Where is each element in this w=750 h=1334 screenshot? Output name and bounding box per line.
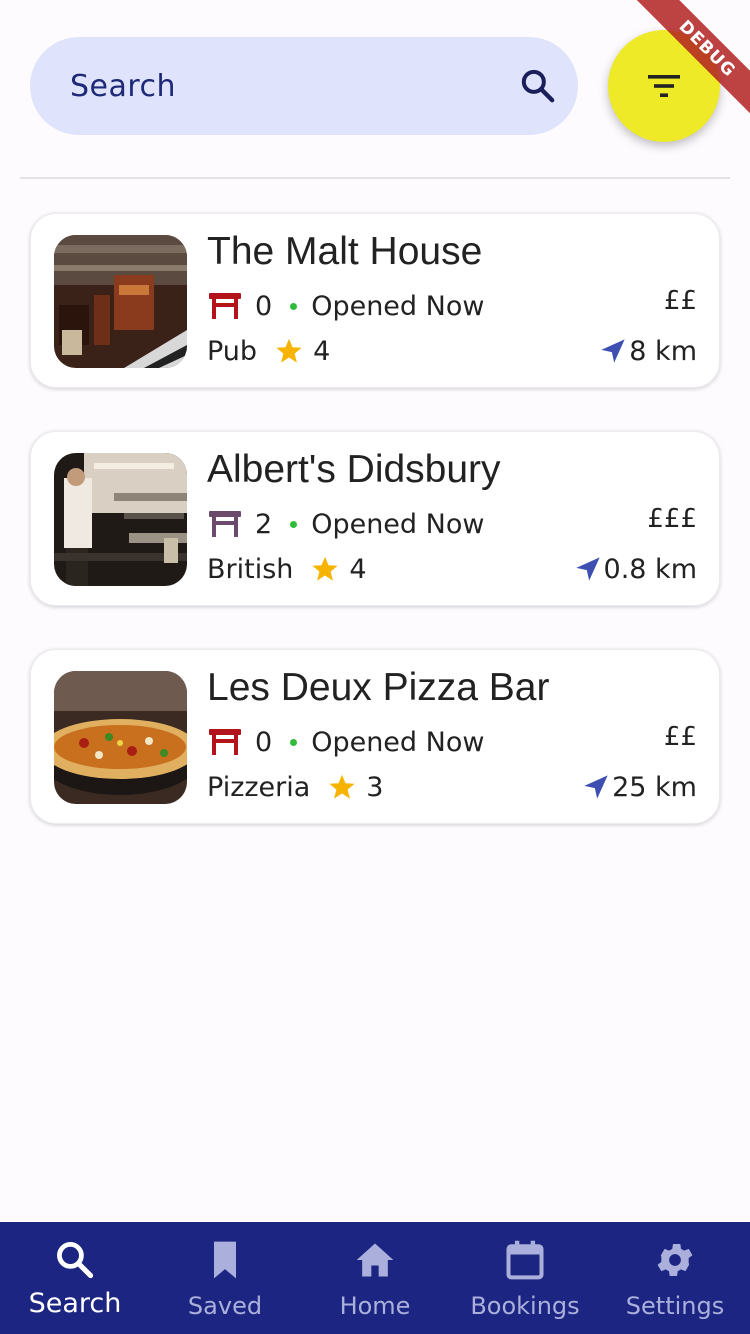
nav-label: Search [28, 1288, 122, 1319]
star-icon [312, 556, 339, 581]
nav-item-saved[interactable]: Saved [150, 1222, 300, 1334]
nav-item-settings[interactable]: Settings [600, 1222, 750, 1334]
star-icon [276, 338, 302, 363]
gear-icon [657, 1244, 693, 1276]
divider [20, 177, 730, 179]
seat-count: 0 [255, 290, 273, 322]
filter-icon [648, 75, 680, 97]
navigation-arrow-icon [575, 557, 600, 581]
distance: 8 km [599, 333, 697, 369]
availability-row: 0 Opened Now [207, 724, 484, 760]
nav-label: Settings [625, 1292, 725, 1320]
distance-value: 8 km [629, 335, 697, 367]
price-level: £££ [647, 504, 697, 534]
category: British [207, 553, 294, 585]
open-status-dot [290, 302, 298, 310]
distance: 0.8 km [574, 551, 697, 587]
distance-value: 0.8 km [603, 553, 697, 585]
restaurant-photo [54, 235, 187, 368]
restaurant-name: Les Deux Pizza Bar [207, 666, 550, 709]
home-icon [356, 1243, 394, 1277]
distance: 25 km [582, 769, 697, 805]
nav-label: Bookings [470, 1292, 580, 1320]
nav-label: Home [339, 1292, 411, 1320]
rating: 3 [366, 771, 384, 803]
category-row: Pub 4 [207, 333, 330, 369]
open-status: Opened Now [311, 290, 485, 322]
availability-row: 0 Opened Now [207, 288, 484, 324]
rating: 4 [313, 335, 331, 367]
seat-count: 2 [255, 508, 273, 540]
bookmark-icon [214, 1241, 236, 1279]
restaurant-name: Albert's Didsbury [207, 448, 501, 491]
search-icon [57, 1242, 94, 1279]
restaurant-photo [54, 671, 187, 804]
distance-value: 25 km [612, 771, 697, 803]
rating: 4 [349, 553, 367, 585]
nav-label: Saved [187, 1292, 263, 1320]
restaurant-photo [54, 453, 187, 586]
open-status: Opened Now [311, 508, 485, 540]
nav-item-home[interactable]: Home [300, 1222, 450, 1334]
search-bar[interactable]: Search [30, 37, 578, 135]
availability-row: 2 Opened Now [207, 506, 484, 542]
category: Pizzeria [207, 771, 311, 803]
navigation-arrow-icon [601, 339, 625, 363]
restaurant-name: The Malt House [207, 230, 483, 273]
nav-item-search[interactable]: Search [0, 1222, 150, 1334]
filter-button[interactable] [608, 30, 720, 142]
open-status-dot [290, 520, 298, 528]
category: Pub [207, 335, 258, 367]
search-icon[interactable] [518, 66, 558, 106]
table-icon [209, 729, 241, 755]
restaurant-card[interactable]: Albert's Didsbury 2 Opened Now £££ Briti… [30, 431, 720, 606]
table-icon [209, 511, 241, 537]
nav-item-bookings[interactable]: Bookings [450, 1222, 600, 1334]
price-level: ££ [663, 286, 697, 316]
open-status: Opened Now [311, 726, 485, 758]
open-status-dot [290, 738, 298, 746]
category-row: Pizzeria 3 [207, 769, 383, 805]
search-input[interactable]: Search [70, 69, 176, 104]
bottom-nav: Search Saved Home Bookings Settings [0, 1222, 750, 1334]
restaurant-card[interactable]: Les Deux Pizza Bar 0 Opened Now ££ Pizze… [30, 649, 720, 824]
star-icon [329, 774, 355, 799]
table-icon [209, 293, 241, 319]
calendar-icon [506, 1240, 544, 1280]
seat-count: 0 [255, 726, 273, 758]
navigation-arrow-icon [584, 775, 608, 799]
category-row: British 4 [207, 551, 367, 587]
price-level: ££ [663, 722, 697, 752]
restaurant-card[interactable]: The Malt House 0 Opened Now ££ Pub 4 8 k… [30, 213, 720, 388]
